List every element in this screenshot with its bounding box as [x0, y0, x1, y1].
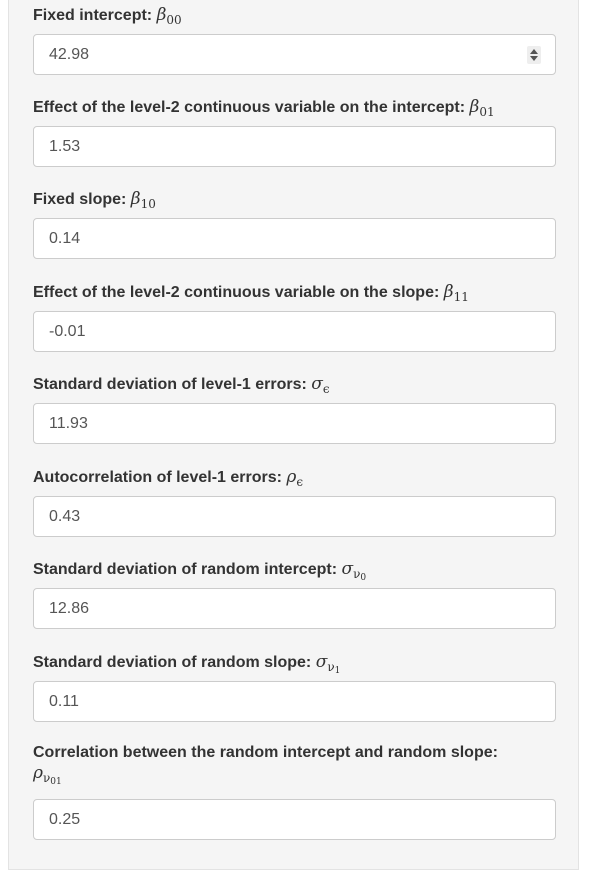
- input-value: 0.14: [49, 230, 81, 247]
- sd-random-intercept-group: Standard deviation of random intercept: …: [33, 559, 556, 629]
- input-value: 11.93: [49, 415, 88, 432]
- symbol: ρ: [286, 467, 297, 487]
- corr-random-effects-label: Correlation between the random intercept…: [33, 743, 556, 791]
- effect-intercept-input[interactable]: 1.53: [33, 126, 556, 167]
- symbol: σ: [315, 652, 328, 672]
- spinner-icon[interactable]: [527, 46, 541, 64]
- symbol: β: [130, 189, 141, 209]
- effect-intercept-label: Effect of the level-2 continuous variabl…: [33, 97, 556, 121]
- input-value: 0.11: [49, 693, 79, 710]
- sd-level1-errors-label: Standard deviation of level-1 errors: σϵ: [33, 374, 556, 398]
- sd-random-slope-label: Standard deviation of random slope: σν1: [33, 652, 556, 676]
- math-symbol: β00: [156, 5, 182, 27]
- symbol: σ: [341, 559, 354, 579]
- math-symbol: σν1: [315, 652, 341, 676]
- label-text: Effect of the level-2 continuous variabl…: [33, 284, 444, 301]
- sd-level1-errors-group: Standard deviation of level-1 errors: σϵ…: [33, 374, 556, 444]
- input-value: -0.01: [49, 323, 86, 340]
- subscript: 11: [453, 290, 469, 304]
- symbol: σ: [311, 374, 323, 394]
- label-text: Fixed slope:: [33, 191, 131, 208]
- label-text: Standard deviation of level-1 errors:: [33, 376, 312, 393]
- corr-random-effects-group: Correlation between the random intercept…: [33, 743, 556, 840]
- symbol: β: [156, 5, 167, 25]
- math-symbol: σϵ: [311, 374, 330, 396]
- corr-random-effects-input[interactable]: 0.25: [33, 799, 556, 840]
- subscript: ν: [327, 660, 335, 674]
- label-text: Correlation between the random intercept…: [33, 744, 498, 761]
- effect-intercept-group: Effect of the level-2 continuous variabl…: [33, 97, 556, 167]
- sd-level1-errors-input[interactable]: 11.93: [33, 403, 556, 444]
- fixed-intercept-input[interactable]: 42.98: [33, 34, 556, 75]
- fixed-intercept-group: Fixed intercept: β00 42.98: [33, 5, 556, 75]
- sd-random-slope-group: Standard deviation of random slope: σν1 …: [33, 652, 556, 722]
- math-symbol: ρϵ: [286, 467, 304, 489]
- fixed-slope-label: Fixed slope: β10: [33, 189, 556, 213]
- subscript: 01: [479, 105, 495, 119]
- autocorr-level1-errors-group: Autocorrelation of level-1 errors: ρϵ 0.…: [33, 467, 556, 537]
- symbol: ρ: [33, 763, 43, 783]
- input-value: 0.43: [49, 508, 81, 525]
- fixed-slope-input[interactable]: 0.14: [33, 218, 556, 259]
- sub-subscript: 01: [50, 777, 62, 787]
- input-value: 0.25: [49, 811, 81, 828]
- input-value: 42.98: [49, 46, 90, 63]
- input-value: 12.86: [49, 600, 90, 617]
- effect-slope-label: Effect of the level-2 continuous variabl…: [33, 282, 556, 306]
- math-symbol: β10: [130, 189, 156, 211]
- label-text: Standard deviation of random intercept:: [33, 561, 342, 578]
- symbol: β: [469, 97, 480, 117]
- label-text: Autocorrelation of level-1 errors:: [33, 469, 287, 486]
- symbol: β: [443, 282, 454, 302]
- effect-slope-group: Effect of the level-2 continuous variabl…: [33, 282, 556, 352]
- subscript: ϵ: [296, 475, 304, 489]
- sd-random-slope-input[interactable]: 0.11: [33, 681, 556, 722]
- input-value: 1.53: [49, 138, 81, 155]
- label-text: Fixed intercept:: [33, 7, 157, 24]
- math-symbol: σν0: [341, 559, 366, 583]
- autocorr-level1-errors-label: Autocorrelation of level-1 errors: ρϵ: [33, 467, 556, 491]
- label-text: Standard deviation of random slope:: [33, 654, 316, 671]
- math-symbol: β01: [469, 97, 495, 119]
- effect-slope-input[interactable]: -0.01: [33, 311, 556, 352]
- sd-random-intercept-label: Standard deviation of random intercept: …: [33, 559, 556, 583]
- sub-subscript: 0: [360, 573, 367, 583]
- math-symbol: ρν01: [33, 763, 62, 787]
- subscript: 10: [140, 197, 156, 211]
- math-symbol: β11: [443, 282, 469, 304]
- label-text: Effect of the level-2 continuous variabl…: [33, 99, 470, 116]
- autocorr-level1-errors-input[interactable]: 0.43: [33, 496, 556, 537]
- subscript: ϵ: [322, 382, 330, 396]
- fixed-slope-group: Fixed slope: β10 0.14: [33, 189, 556, 259]
- subscript: 00: [166, 13, 182, 27]
- sd-random-intercept-input[interactable]: 12.86: [33, 588, 556, 629]
- sub-subscript: 1: [334, 666, 341, 676]
- fixed-intercept-label: Fixed intercept: β00: [33, 5, 556, 29]
